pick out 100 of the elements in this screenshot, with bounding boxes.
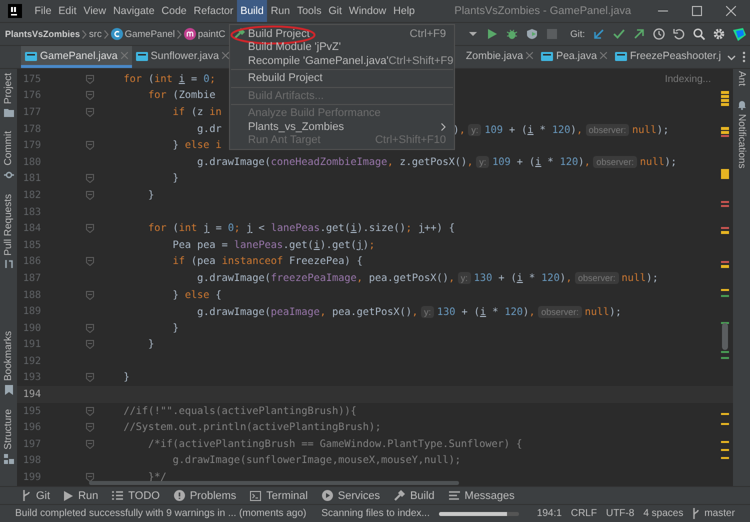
fold-marker-icon[interactable] bbox=[86, 74, 94, 84]
update-arrow-icon[interactable] bbox=[593, 28, 605, 40]
fold-marker-icon[interactable] bbox=[86, 423, 94, 432]
caret-position[interactable]: 194:1 bbox=[536, 508, 562, 519]
close-tab-icon[interactable] bbox=[120, 52, 128, 59]
editor-tab[interactable]: Zombie.java bbox=[464, 46, 538, 68]
line-separator[interactable]: CRLF bbox=[570, 508, 597, 519]
chevron-down-icon[interactable] bbox=[727, 52, 736, 62]
fold-marker-icon[interactable] bbox=[86, 174, 94, 184]
editor-tab[interactable]: Pea.java bbox=[537, 46, 611, 68]
file-encoding[interactable]: UTF-8 bbox=[606, 508, 634, 519]
fold-marker-icon[interactable] bbox=[86, 108, 94, 117]
plugin-logo-icon[interactable] bbox=[733, 28, 746, 40]
menu-item[interactable]: Plants_vs_Zombies bbox=[230, 120, 454, 134]
tool-window-button[interactable]: Project bbox=[3, 73, 14, 118]
code-line: } else { bbox=[172, 290, 222, 301]
tool-window-button[interactable]: Services bbox=[322, 490, 380, 502]
fold-marker-icon[interactable] bbox=[86, 473, 94, 482]
menu-item[interactable]: Code bbox=[158, 0, 190, 22]
branch-widget[interactable]: master bbox=[692, 508, 735, 519]
bell-icon bbox=[736, 100, 746, 110]
fold-marker-icon[interactable] bbox=[86, 91, 94, 100]
indent-setting[interactable]: 4 spaces bbox=[643, 508, 684, 519]
menu-item[interactable]: Edit bbox=[54, 0, 80, 22]
window-title: PlantsVsZombies - GamePanel.java bbox=[454, 5, 632, 17]
fold-marker-icon[interactable] bbox=[86, 190, 94, 200]
close-icon[interactable] bbox=[726, 6, 736, 16]
breadcrumb[interactable]: PlantsVsZombies bbox=[5, 29, 80, 39]
fold-marker-icon[interactable] bbox=[86, 340, 94, 350]
fold-marker-icon[interactable] bbox=[86, 257, 94, 266]
tool-window-button[interactable]: Commit bbox=[3, 131, 14, 180]
tool-window-button[interactable]: Bookmarks bbox=[3, 331, 14, 396]
history-icon[interactable] bbox=[653, 28, 665, 40]
code-line: } bbox=[122, 372, 130, 384]
line-number: 180 bbox=[22, 156, 41, 168]
close-tab-icon[interactable] bbox=[222, 52, 229, 59]
checkmark-icon[interactable] bbox=[613, 28, 625, 40]
line-number: 196 bbox=[22, 422, 41, 434]
menu-item[interactable]: Rebuild Project bbox=[230, 72, 454, 85]
coverage-icon[interactable] bbox=[526, 28, 538, 40]
fold-marker-icon[interactable] bbox=[86, 373, 94, 382]
menu-item[interactable]: Build bbox=[236, 0, 268, 22]
editor-tab[interactable]: FreezePeashooter.j bbox=[610, 46, 725, 68]
breadcrumb[interactable]: paintC bbox=[184, 28, 226, 40]
search-icon[interactable] bbox=[693, 28, 705, 40]
menu-item[interactable]: File bbox=[31, 0, 55, 22]
fold-marker-icon[interactable] bbox=[86, 141, 94, 150]
more-options-icon[interactable] bbox=[742, 51, 746, 63]
maximize-icon[interactable] bbox=[692, 6, 702, 16]
java-file-icon bbox=[541, 50, 554, 62]
hammer-icon bbox=[234, 28, 244, 40]
menu-item[interactable]: Build Module 'jPvZ' bbox=[230, 40, 454, 54]
fold-marker-icon[interactable] bbox=[86, 324, 94, 333]
dropdown-icon[interactable] bbox=[468, 29, 478, 39]
scrollbar-thumb[interactable] bbox=[89, 481, 459, 485]
editor-tab[interactable]: GamePanel.java bbox=[21, 46, 132, 68]
line-number: 194 bbox=[22, 389, 41, 400]
tool-window-button[interactable]: Terminal bbox=[250, 490, 308, 502]
fold-marker-icon[interactable] bbox=[86, 406, 94, 416]
tool-window-button[interactable]: Problems bbox=[174, 490, 236, 502]
fold-marker-icon[interactable] bbox=[86, 440, 94, 449]
close-tab-icon[interactable] bbox=[600, 52, 607, 59]
tool-window-button[interactable]: Notifications bbox=[736, 100, 747, 168]
editor-tab[interactable]: Sunflower.java bbox=[132, 46, 233, 68]
fold-marker-icon[interactable] bbox=[86, 224, 94, 234]
menu-item[interactable]: Window bbox=[345, 0, 390, 22]
menu-item[interactable]: View bbox=[80, 0, 110, 22]
hammer-icon bbox=[394, 490, 406, 501]
undo-icon[interactable] bbox=[673, 28, 685, 40]
tool-window-button[interactable]: Ant bbox=[736, 71, 747, 86]
breadcrumb[interactable]: GamePanel bbox=[110, 28, 175, 40]
scrollbar-thumb[interactable] bbox=[722, 323, 728, 350]
menu-item[interactable]: Tools bbox=[293, 0, 325, 22]
tool-window-button[interactable]: Git bbox=[22, 490, 50, 502]
tool-window-button[interactable]: TODO bbox=[112, 490, 160, 502]
menu-item[interactable]: Help bbox=[390, 0, 418, 22]
settings-icon[interactable] bbox=[713, 28, 725, 40]
close-tab-icon[interactable] bbox=[526, 52, 534, 59]
tool-window-button[interactable]: Build bbox=[394, 490, 435, 502]
push-arrow-icon[interactable] bbox=[633, 28, 645, 40]
menu-item[interactable]: Recompile 'GamePanel.java'Ctrl+Shift+F9 bbox=[230, 54, 454, 68]
line-number: 198 bbox=[22, 455, 41, 466]
code-line: g.drawImage(freezePeaImage, pea.getPosX(), y: 130 + (i * 120), observer: null); bbox=[196, 273, 658, 284]
menu-item[interactable]: Build Project Ctrl+F9 bbox=[230, 27, 454, 40]
menu-item[interactable]: Navigate bbox=[110, 0, 158, 22]
tool-window-button[interactable]: Run bbox=[64, 490, 98, 502]
tool-window-button[interactable]: Messages bbox=[448, 490, 515, 502]
bug-icon[interactable] bbox=[506, 28, 518, 40]
status-message[interactable]: Build completed successfully with 9 warnings in ... (moments ago) bbox=[15, 508, 306, 519]
code-line: Pea pea = lanePeas.get(i).get(j); bbox=[172, 240, 376, 251]
tool-window-button[interactable]: Structure bbox=[3, 409, 14, 464]
menu-item[interactable]: Refactor bbox=[190, 0, 237, 22]
tool-window-button[interactable]: Pull Requests bbox=[3, 194, 14, 270]
code-line: } bbox=[147, 339, 154, 350]
run-icon[interactable] bbox=[486, 28, 498, 40]
stop-icon[interactable] bbox=[546, 28, 558, 40]
menu-item[interactable]: Git bbox=[324, 0, 346, 22]
breadcrumb[interactable]: src bbox=[89, 28, 102, 40]
fold-marker-icon[interactable] bbox=[86, 290, 94, 300]
menu-item[interactable]: Run bbox=[267, 0, 294, 22]
